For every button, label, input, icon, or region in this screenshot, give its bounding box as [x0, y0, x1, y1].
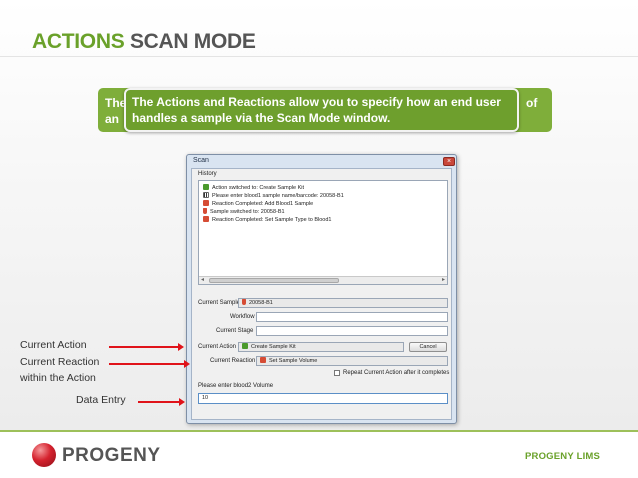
slide-title: ACTIONS SCAN MODE [32, 30, 256, 54]
current-sample-label: Current Sample [198, 300, 241, 306]
close-icon[interactable]: × [443, 157, 455, 166]
history-item: Sample switched to: 20058-B1 [203, 208, 285, 216]
current-action-field: Create Sample Kit [238, 342, 404, 352]
callout-back-fragment-3: of [526, 96, 538, 110]
title-scan-mode: SCAN MODE [129, 30, 256, 53]
dialog-body: History Action switched to: Create Sampl… [191, 168, 452, 420]
title-actions: ACTIONS [32, 30, 125, 53]
history-item-text: Action switched to: Create Sample Kit [212, 185, 305, 191]
current-sample-field: 20058-B1 [238, 298, 448, 308]
history-item: Action switched to: Create Sample Kit [203, 184, 304, 192]
scan-dialog: Scan × History Action switched to: Creat… [186, 154, 457, 424]
annotation-current-reaction: Current Reaction [20, 356, 100, 368]
barcode-icon [203, 192, 209, 198]
annotation-data-entry: Data Entry [76, 394, 126, 406]
red-reaction-icon [203, 200, 209, 206]
arrow-data-entry [138, 398, 185, 406]
history-item-text: Please enter blood1 sample name/barcode:… [212, 193, 344, 199]
horizontal-scrollbar[interactable]: ◂ ▸ [199, 276, 447, 284]
dialog-title: Scan [193, 157, 209, 164]
workflow-label: Workflow [230, 314, 255, 320]
history-item: Please enter blood1 sample name/barcode:… [203, 192, 344, 200]
green-action-icon [242, 343, 248, 349]
history-item-text: Reaction Completed: Add Blood1 Sample [212, 201, 314, 207]
scrollbar-thumb[interactable] [209, 278, 339, 283]
scroll-right-icon[interactable]: ▸ [442, 276, 445, 283]
red-reaction-icon [203, 216, 209, 222]
cancel-button[interactable]: Cancel [409, 342, 447, 352]
annotation-current-action: Current Action [20, 339, 87, 351]
current-stage-label: Current Stage [216, 328, 254, 334]
annotation-within-action: within the Action [20, 372, 96, 384]
footer-logo-text: PROGENY [62, 445, 161, 466]
red-reaction-icon [260, 357, 266, 363]
callout-description: The Actions and Reactions allow you to s… [124, 88, 519, 132]
current-action-label: Current Action [198, 344, 237, 350]
current-sample-value: 20058-B1 [249, 300, 273, 306]
prompt-label: Please enter blood2 Volume [198, 383, 274, 389]
tube-icon [203, 208, 207, 214]
history-list[interactable]: Action switched to: Create Sample Kit Pl… [198, 180, 448, 285]
current-reaction-field: Set Sample Volume [256, 356, 448, 366]
progeny-logo-icon [32, 443, 56, 467]
callout-back-fragment-2: an [105, 112, 120, 126]
data-entry-input[interactable]: 10 [198, 393, 448, 404]
workflow-field[interactable] [256, 312, 448, 322]
history-item: Reaction Completed: Add Blood1 Sample [203, 200, 313, 208]
arrow-current-reaction [109, 360, 190, 368]
arrow-current-action [109, 343, 184, 351]
footer-product-name: PROGENY LIMS [525, 451, 601, 462]
history-label: History [198, 171, 217, 177]
repeat-action-checkbox[interactable] [334, 370, 340, 376]
history-item: Reaction Completed: Set Sample Type to B… [203, 216, 331, 224]
current-reaction-label: Current Reaction [210, 358, 256, 364]
current-action-value: Create Sample Kit [251, 344, 296, 350]
repeat-action-label: Repeat Current Action after it completes [343, 370, 450, 376]
current-reaction-value: Set Sample Volume [269, 358, 318, 364]
scroll-left-icon[interactable]: ◂ [201, 276, 204, 283]
current-stage-field[interactable] [256, 326, 448, 336]
tube-icon [242, 299, 246, 305]
title-divider [0, 56, 638, 57]
history-item-text: Sample switched to: 20058-B1 [210, 209, 285, 215]
green-action-icon [203, 184, 209, 190]
history-item-text: Reaction Completed: Set Sample Type to B… [212, 217, 332, 223]
footer-divider [0, 430, 638, 432]
